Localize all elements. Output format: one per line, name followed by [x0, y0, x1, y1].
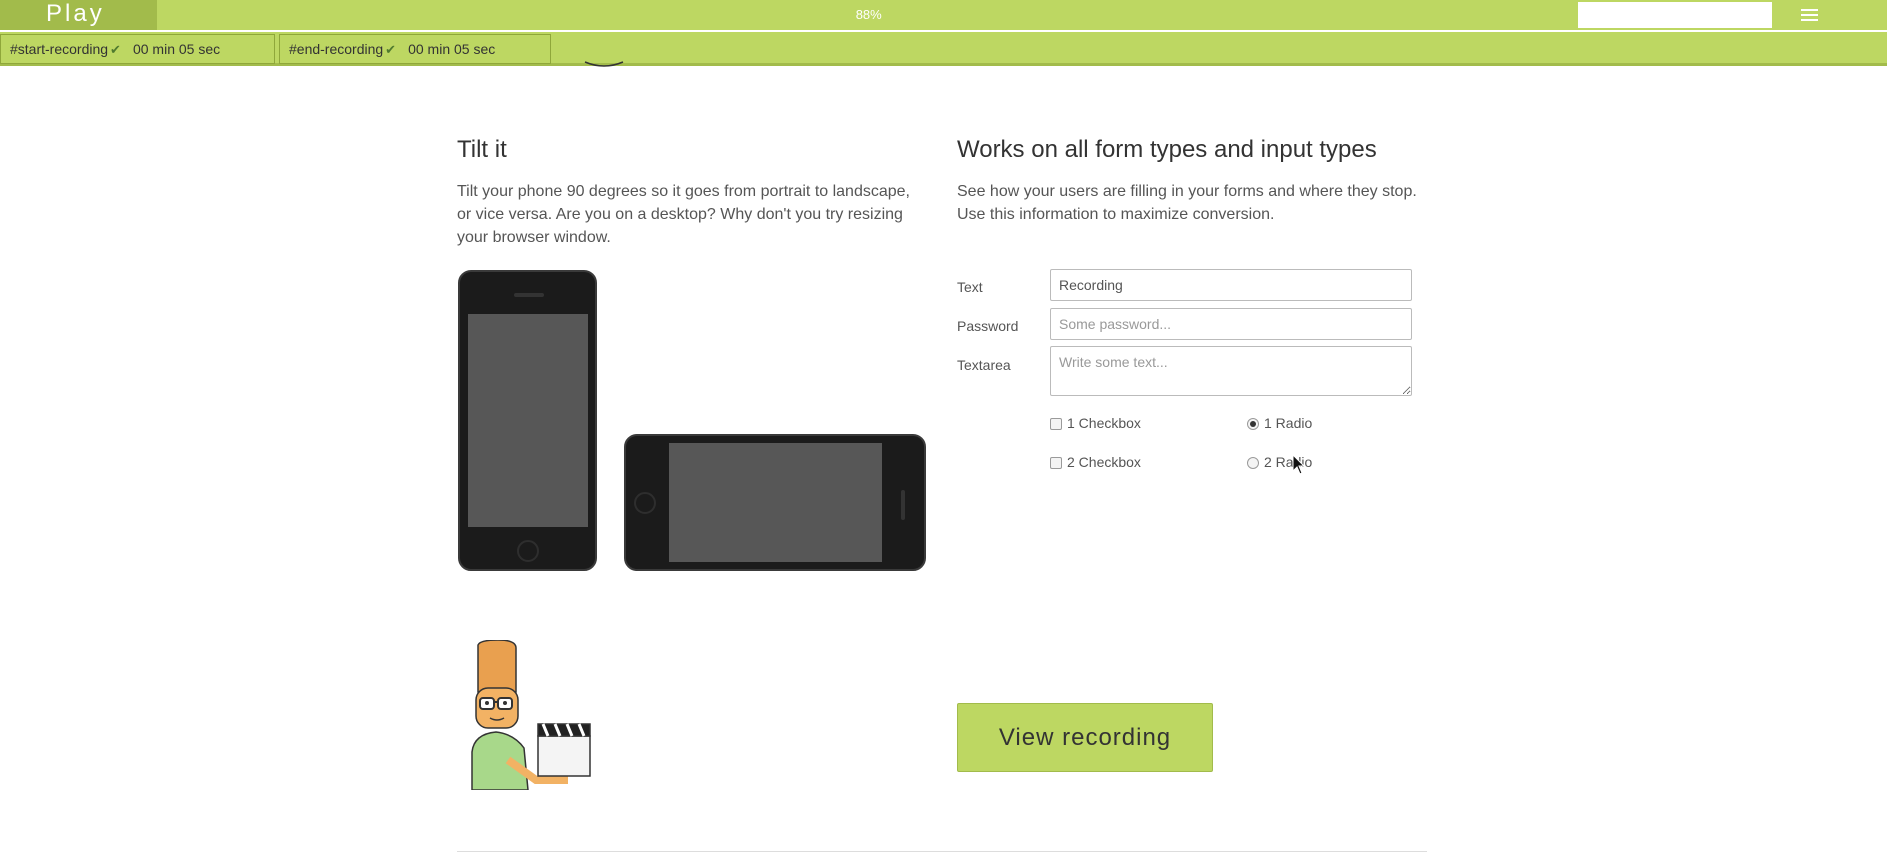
checkbox-2[interactable]: 2 Checkbox: [1050, 454, 1141, 470]
phone-landscape-illustration: [624, 434, 926, 571]
progress-percent: 88%: [855, 7, 882, 22]
mascot-clapperboard-illustration: [471, 640, 591, 790]
view-recording-button[interactable]: View recording: [957, 703, 1213, 772]
password-field-label: Password: [957, 318, 1019, 334]
mouse-pointer-icon: [1292, 454, 1306, 475]
hamburger-menu-icon[interactable]: [1772, 0, 1887, 30]
textarea-field[interactable]: [1050, 346, 1412, 396]
check-icon: ✔: [110, 42, 121, 57]
marker-start-recording[interactable]: #start-recording ✔ 00 min 05 sec: [0, 34, 275, 64]
playback-progress-bar[interactable]: 88%: [159, 2, 1772, 28]
forms-title: Works on all form types and input types: [957, 136, 1377, 163]
marker-name: #end-recording: [289, 41, 384, 57]
marker-name: #start-recording: [10, 41, 109, 57]
marker-time: 00 min 05 sec: [132, 41, 221, 57]
player-toolbar: Play 88%: [0, 0, 1887, 30]
check-icon: ✔: [385, 42, 397, 57]
radio-unselected-icon[interactable]: [1247, 457, 1259, 469]
recording-markers-bar: #start-recording ✔ 00 min 05 sec #end-reco…: [0, 32, 1887, 66]
text-field-label: Text: [957, 279, 983, 295]
radio-1[interactable]: 1 Radio: [1247, 415, 1312, 431]
decorative-arc: [584, 61, 624, 67]
section-divider: [457, 851, 1427, 852]
tilt-description: Tilt your phone 90 degrees so it goes fr…: [457, 183, 910, 246]
forms-description: See how your users are filling in your f…: [957, 183, 1417, 223]
phone-portrait-illustration: [458, 270, 597, 571]
checkbox-icon[interactable]: [1050, 457, 1062, 469]
checkbox-2-label: 2 Checkbox: [1067, 454, 1141, 470]
radio-selected-icon[interactable]: [1247, 418, 1259, 430]
text-field[interactable]: [1050, 269, 1412, 301]
password-field[interactable]: [1050, 308, 1412, 340]
play-button[interactable]: Play: [0, 0, 157, 30]
textarea-label: Textarea: [957, 357, 1011, 373]
tilt-title: Tilt it: [457, 136, 507, 163]
checkbox-1-label: 1 Checkbox: [1067, 415, 1141, 431]
marker-time: 00 min 05 sec: [408, 41, 496, 57]
radio-1-label: 1 Radio: [1264, 415, 1313, 431]
checkbox-icon[interactable]: [1050, 418, 1062, 430]
checkbox-1[interactable]: 1 Checkbox: [1050, 415, 1141, 431]
marker-end-recording[interactable]: #end-recording ✔ 00 min 05 sec: [279, 34, 551, 64]
